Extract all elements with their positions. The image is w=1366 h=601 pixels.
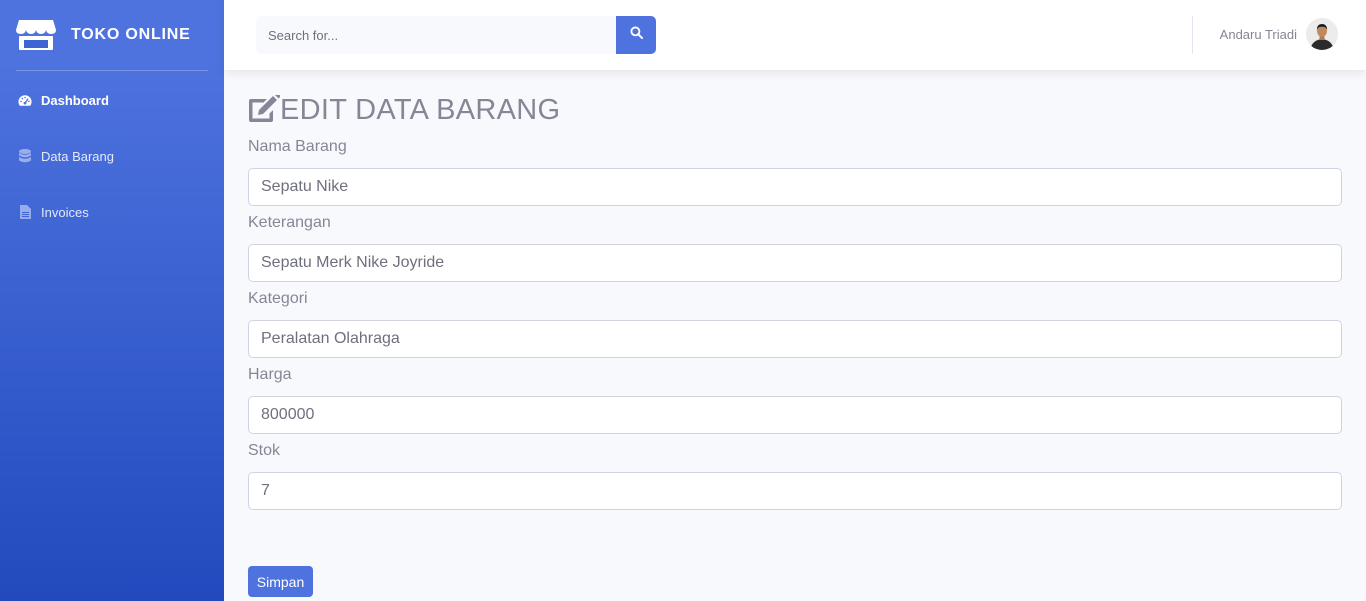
search-input[interactable] [256,16,616,54]
main-content: EDIT DATA BARANG Nama Barang Keterangan … [248,90,1342,510]
page-title: EDIT DATA BARANG [248,90,1342,130]
nama-barang-input[interactable] [248,168,1342,206]
topbar-divider [1192,16,1193,54]
search-button[interactable] [616,16,656,54]
sidebar: TOKO ONLINE Dashboard Data Barang Invoic… [0,0,224,601]
topbar: Andaru Triadi [224,0,1366,70]
user-name: Andaru Triadi [1219,26,1297,42]
nama-barang-label: Nama Barang [248,138,347,155]
kategori-label: Kategori [248,290,308,307]
simpan-button[interactable]: Simpan [248,566,313,597]
search-icon [629,26,643,44]
keterangan-input[interactable] [248,244,1342,282]
sidebar-item-label: Invoices [41,204,89,220]
kategori-input[interactable] [248,320,1342,358]
file-icon [18,205,32,219]
form-group-keterangan: Keterangan [248,214,1342,282]
store-icon [16,18,56,52]
avatar[interactable] [1306,18,1338,50]
form-group-harga: Harga [248,366,1342,434]
sidebar-item-label: Data Barang [41,148,114,164]
form-group-kategori: Kategori [248,290,1342,358]
stok-label: Stok [248,442,281,459]
sidebar-item-dashboard[interactable]: Dashboard [0,72,224,128]
user-menu[interactable]: Andaru Triadi [1220,18,1338,50]
page-title-text: EDIT DATA BARANG [280,93,561,126]
keterangan-label: Keterangan [248,214,331,231]
edit-icon [248,92,281,125]
stok-input[interactable] [248,472,1342,510]
sidebar-divider [16,70,208,71]
form-group-nama-barang: Nama Barang [248,138,1342,206]
database-icon [18,149,32,163]
harga-label: Harga [248,366,292,383]
brand-name: TOKO ONLINE [71,26,191,43]
brand[interactable]: TOKO ONLINE [0,0,224,70]
sidebar-item-label: Dashboard [41,92,109,108]
harga-input[interactable] [248,396,1342,434]
search-bar [256,16,656,54]
form-group-stok: Stok [248,442,1342,510]
tachometer-icon [18,93,32,107]
sidebar-item-invoices[interactable]: Invoices [0,184,224,240]
sidebar-item-data-barang[interactable]: Data Barang [0,128,224,184]
